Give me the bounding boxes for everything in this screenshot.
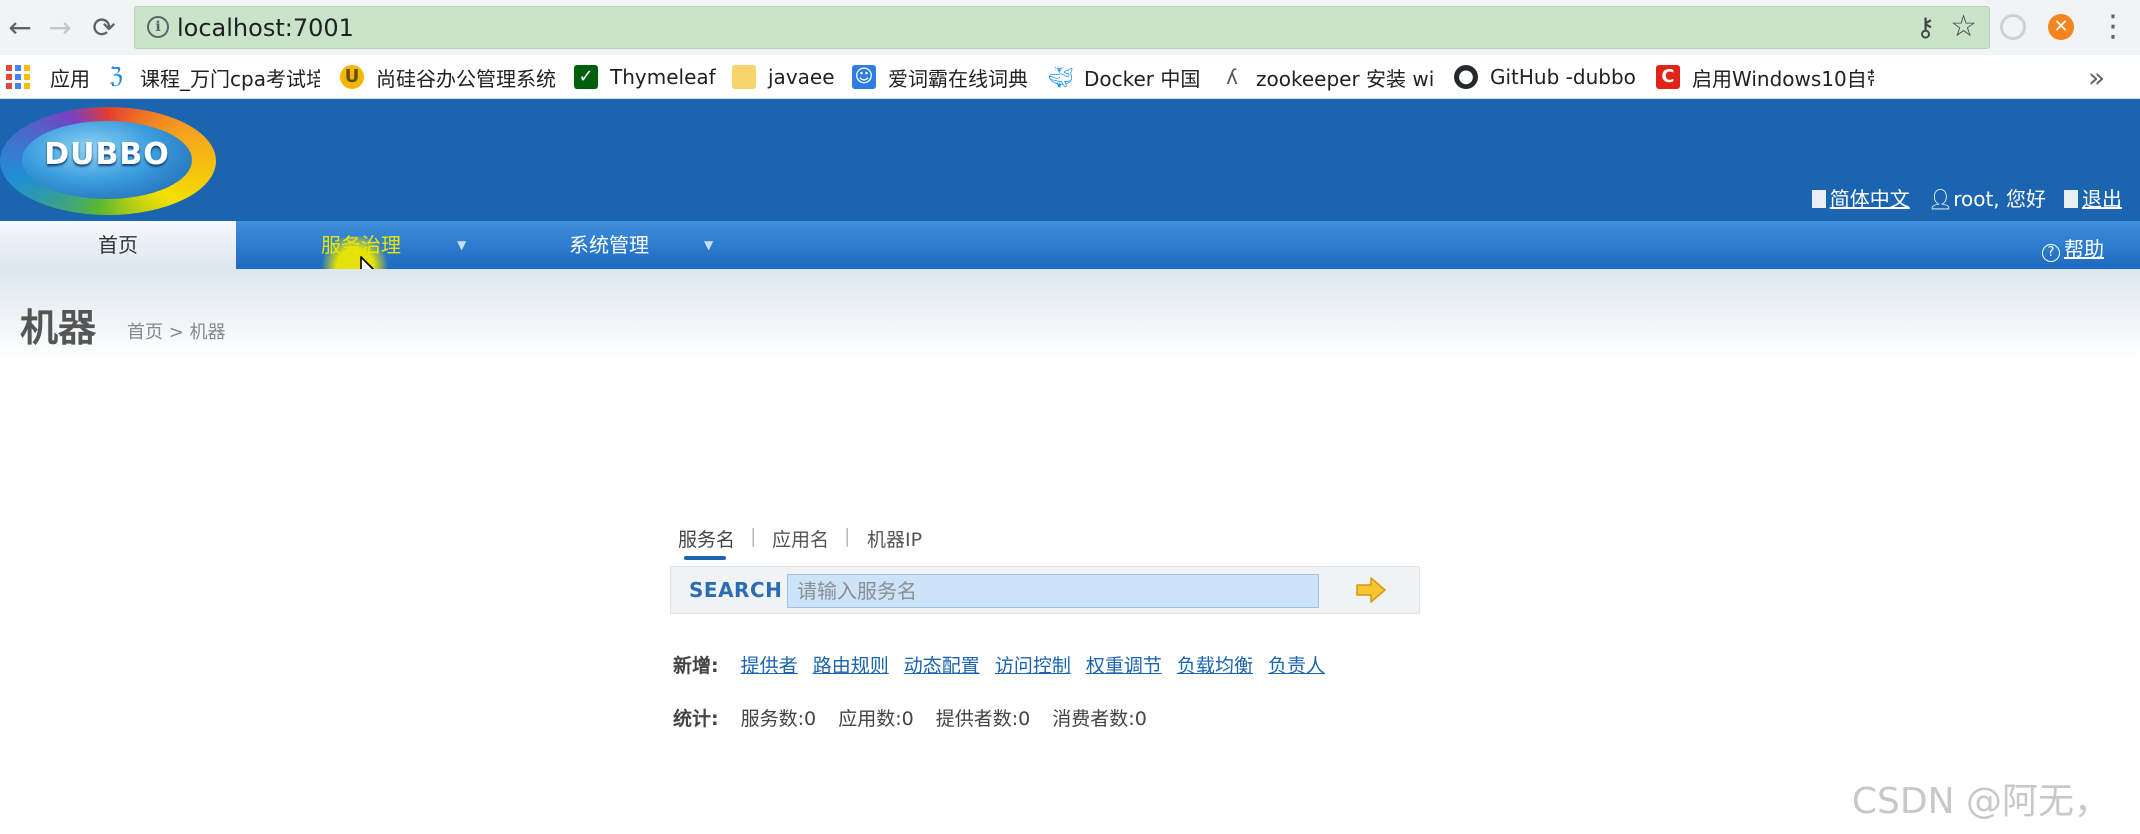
reload-icon[interactable]: ⟳ <box>88 12 120 44</box>
search-label: SEARCH <box>689 578 783 602</box>
new-loadbalance-link[interactable]: 负载均衡 <box>1177 655 1253 677</box>
csdn-watermark: CSDN @阿无， <box>1851 781 2110 822</box>
new-provider-link[interactable]: 提供者 <box>741 655 798 677</box>
user-greeting: 👤︎root, 您好 <box>1927 187 2046 211</box>
bookmark-item[interactable]: ● GitHub -dubbo <box>1454 63 1636 91</box>
bookmark-item[interactable]: 🐳︎ Docker 中国 <box>1048 63 1200 91</box>
new-links-row: 新增: 提供者 路由规则 动态配置 访问控制 权重调节 负载均衡 负责人 <box>673 651 1334 678</box>
bookmark-item[interactable]: ℨ 课程_万门cpa考试培 <box>104 63 320 91</box>
site-info-icon[interactable]: i <box>147 16 169 38</box>
user-toolbar: 简体中文 👤︎root, 您好 退出 <box>1811 183 2122 212</box>
stat-consumers: 消费者数:0 <box>1052 708 1147 730</box>
search-input[interactable] <box>787 574 1319 608</box>
active-tab-indicator <box>684 556 726 560</box>
browser-toolbar: ← → ⟳ i localhost:7001 ⚷ ☆ ✕ ⋮ <box>0 0 2140 55</box>
new-weight-link[interactable]: 权重调节 <box>1086 655 1162 677</box>
apps-grid-icon <box>6 65 30 89</box>
bookmark-item[interactable]: ʎ zookeeper 安装 wir <box>1220 63 1436 91</box>
breadcrumb[interactable]: 首页 > 机器 <box>127 318 226 344</box>
new-access-link[interactable]: 访问控制 <box>995 655 1071 677</box>
thymeleaf-icon: ✓ <box>574 65 598 89</box>
address-url[interactable]: localhost:7001 <box>177 12 354 44</box>
bookmarks-more-icon[interactable]: » <box>2088 61 2105 94</box>
help-link[interactable]: ? 帮助 <box>2042 233 2104 262</box>
stat-services: 服务数:0 <box>740 708 817 730</box>
docker-icon: 🐳︎ <box>1048 65 1074 89</box>
bookmark-item[interactable]: C 启用Windows10自带 <box>1656 63 1874 91</box>
logout-icon <box>2064 190 2078 208</box>
zookeeper-icon: ʎ <box>1226 65 1238 89</box>
address-bar[interactable]: i localhost:7001 ⚷ ☆ <box>134 6 1990 49</box>
browser-menu-icon[interactable]: ⋮ <box>2098 10 2128 44</box>
language-link[interactable]: 简体中文 <box>1811 183 1910 212</box>
stats-row: 统计: 服务数:0 应用数:0 提供者数:0 消费者数:0 <box>673 704 1163 731</box>
extension-orange-icon[interactable]: ✕ <box>2048 14 2074 40</box>
csdn-icon: C <box>1656 65 1680 89</box>
forward-arrow-icon[interactable]: → <box>44 12 76 44</box>
search-tabs: 服务名 | 应用名 | 机器IP <box>670 520 1420 560</box>
password-key-icon[interactable]: ⚷ <box>1916 13 1935 43</box>
stats-label: 统计: <box>673 708 719 730</box>
new-label: 新增: <box>673 655 719 677</box>
bookmarks-bar: 应用 ℨ 课程_万门cpa考试培 U 尚硅谷办公管理系统 ✓ Thymeleaf… <box>0 55 2140 99</box>
wanmen-icon: ℨ <box>109 64 123 89</box>
document-icon <box>1811 190 1826 208</box>
stat-providers: 提供者数:0 <box>935 708 1031 730</box>
bookmark-apps[interactable]: 应用 <box>6 63 90 91</box>
back-arrow-icon[interactable]: ← <box>4 12 36 44</box>
new-config-link[interactable]: 动态配置 <box>904 655 980 677</box>
logout-link[interactable]: 退出 <box>2064 183 2122 212</box>
atguigu-icon: U <box>340 65 364 89</box>
bookmark-item[interactable]: U 尚硅谷办公管理系统 <box>340 63 556 91</box>
logo-text: DUBBO <box>44 137 170 172</box>
bookmark-item[interactable]: ☺ 爱词霸在线词典 <box>852 63 1028 91</box>
folder-icon <box>732 65 756 89</box>
dubbo-logo[interactable]: DUBBO <box>0 107 218 215</box>
tab-service-name[interactable]: 服务名 <box>678 525 735 552</box>
new-owner-link[interactable]: 负责人 <box>1268 655 1325 677</box>
user-icon: 👤︎ <box>1927 187 1954 211</box>
chevron-down-icon[interactable]: ▼ <box>457 238 466 252</box>
chevron-down-icon[interactable]: ▼ <box>704 238 713 252</box>
tab-machine-ip[interactable]: 机器IP <box>867 525 922 552</box>
tab-application-name[interactable]: 应用名 <box>772 525 829 552</box>
app-header: DUBBO 简体中文 👤︎root, 您好 退出 <box>0 99 2140 221</box>
search-panel: 服务名 | 应用名 | 机器IP SEARCH <box>670 520 1420 614</box>
menu-home[interactable]: 首页 <box>0 221 236 269</box>
search-bar: SEARCH <box>670 566 1420 614</box>
page-title: 机器 <box>20 306 97 350</box>
iciba-icon: ☺ <box>852 65 876 89</box>
help-icon: ? <box>2042 244 2060 262</box>
new-route-link[interactable]: 路由规则 <box>813 655 889 677</box>
menu-system-management[interactable]: 系统管理 <box>569 221 649 269</box>
github-icon: ● <box>1454 65 1478 89</box>
bookmark-star-icon[interactable]: ☆ <box>1950 11 1977 43</box>
search-arrow-icon[interactable] <box>1355 576 1387 604</box>
extension-icon[interactable] <box>2000 14 2026 40</box>
stat-applications: 应用数:0 <box>838 708 914 730</box>
bookmark-item[interactable]: javaee <box>732 63 835 91</box>
bookmark-item[interactable]: ✓ Thymeleaf <box>574 63 716 91</box>
